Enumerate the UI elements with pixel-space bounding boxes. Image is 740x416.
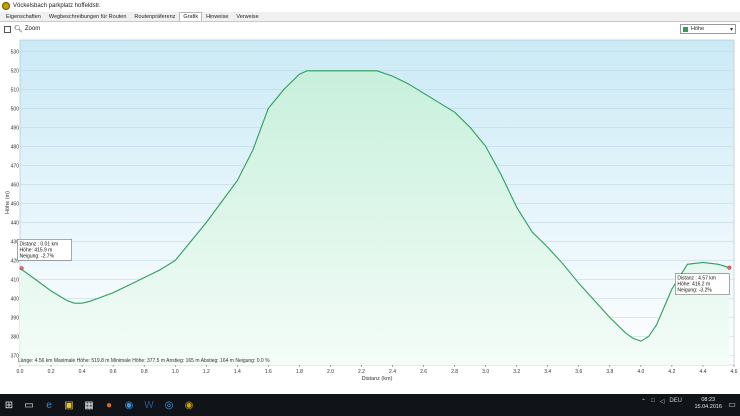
- x-tick-label: 3.2: [513, 369, 520, 375]
- y-axis-label: Höhe (m): [5, 191, 11, 214]
- chevron-down-icon: ▾: [729, 27, 733, 33]
- x-tick-label: 2.4: [389, 369, 396, 375]
- y-tick-label: 450: [11, 201, 20, 207]
- tooltip-line: Neigung: -2.7%: [20, 253, 55, 259]
- clock-time: 08:23: [701, 397, 716, 403]
- word-icon[interactable]: W: [140, 396, 158, 414]
- file-explorer-icon[interactable]: ▣: [60, 396, 78, 414]
- x-tick-label: 0.2: [48, 369, 55, 375]
- y-tick-label: 380: [11, 334, 20, 340]
- app-logo-icon: [2, 2, 10, 10]
- task-view-icon[interactable]: ▭: [20, 396, 38, 414]
- y-tick-label: 460: [11, 182, 20, 188]
- y-tick-label: 510: [11, 87, 20, 93]
- x-tick-label: 1.8: [296, 369, 303, 375]
- app-icon[interactable]: ◉: [120, 396, 138, 414]
- x-tick-label: 0.4: [79, 369, 86, 375]
- zoom-label: Zoom: [24, 26, 41, 32]
- y-tick-label: 470: [11, 163, 20, 169]
- x-tick-label: 0.8: [141, 369, 148, 375]
- series-swatch: [683, 26, 688, 32]
- x-tick-label: 4.2: [668, 369, 675, 375]
- active-app-icon[interactable]: ◉: [180, 396, 198, 414]
- x-tick-label: 4.4: [699, 369, 706, 375]
- firefox-icon[interactable]: ●: [100, 396, 118, 414]
- clock-date: 15.04.2016: [694, 404, 722, 410]
- x-tick-label: 3.0: [482, 369, 489, 375]
- series-select-value: Höhe: [691, 26, 705, 32]
- store-icon[interactable]: ▦: [80, 396, 98, 414]
- window-title: Vöckelsbach parkplatz hoffeldstr.: [13, 3, 101, 9]
- elevation-chart[interactable]: 3703803904004104204304404504604704804905…: [0, 36, 740, 394]
- chart-toolbar: 🔍︎ Zoom Höhe ▾: [0, 22, 740, 36]
- volume-icon[interactable]: ◁: [660, 398, 665, 405]
- x-tick-label: 2.2: [358, 369, 365, 375]
- tab-grafik[interactable]: Grafik: [179, 12, 203, 21]
- language-indicator[interactable]: DEU: [669, 398, 682, 405]
- x-tick-label: 2.8: [451, 369, 458, 375]
- y-tick-label: 410: [11, 277, 20, 283]
- y-tick-label: 390: [11, 315, 20, 321]
- x-axis-label: Distanz (km): [362, 376, 393, 382]
- taskbar-clock[interactable]: 08:23 15.04.2016: [694, 397, 722, 411]
- start-windows-icon[interactable]: ⊞: [0, 396, 18, 414]
- y-tick-label: 530: [11, 49, 20, 55]
- globe-icon[interactable]: ◎: [160, 396, 178, 414]
- x-tick-label: 2.6: [420, 369, 427, 375]
- tab-routenpraeferenz[interactable]: Routenpräferenz: [130, 12, 179, 21]
- tab-bar: Eigenschaften Wegbeschreibungen für Rout…: [0, 12, 740, 22]
- tray-up-arrow-icon[interactable]: ⌃: [641, 398, 646, 405]
- tab-eigenschaften[interactable]: Eigenschaften: [2, 12, 45, 21]
- magnifier-icon: 🔍︎: [14, 26, 23, 33]
- y-tick-label: 400: [11, 296, 20, 302]
- x-tick-label: 0.6: [110, 369, 117, 375]
- x-tick-label: 1.2: [203, 369, 210, 375]
- x-tick-label: 1.0: [172, 369, 179, 375]
- system-tray: ⌃ □ ◁ DEU: [641, 398, 682, 405]
- y-tick-label: 480: [11, 144, 20, 150]
- cursor-marker[interactable]: [19, 266, 24, 271]
- tab-wegbeschreibungen[interactable]: Wegbeschreibungen für Routen: [45, 12, 131, 21]
- cursor-marker[interactable]: [727, 265, 732, 270]
- x-tick-label: 1.4: [234, 369, 241, 375]
- x-tick-label: 2.0: [327, 369, 334, 375]
- x-tick-label: 4.0: [637, 369, 644, 375]
- tooltip-line: Neigung: -3.2%: [677, 288, 712, 294]
- x-tick-label: 3.4: [544, 369, 551, 375]
- taskbar: ⊞ ▭ e ▣ ▦ ● ◉ W ◎ ◉ ⌃ □ ◁ DEU 08:23 15.0…: [0, 394, 740, 416]
- x-tick-label: 3.8: [606, 369, 613, 375]
- tab-hinweise[interactable]: Hinweise: [202, 12, 232, 21]
- x-tick-label: 3.6: [575, 369, 582, 375]
- y-tick-label: 520: [11, 68, 20, 74]
- y-tick-label: 440: [11, 220, 20, 226]
- x-tick-label: 4.6: [731, 369, 738, 375]
- y-tick-label: 490: [11, 125, 20, 131]
- edge-browser-icon[interactable]: e: [40, 396, 58, 414]
- route-stats: Länge: 4.56 km Maximale Höhe: 519.8 m Mi…: [18, 358, 270, 364]
- window-titlebar: Vöckelsbach parkplatz hoffeldstr.: [0, 0, 740, 12]
- chart-area: 370 380 390 400 410 420 430 440 450 460 470 480 490 5…: [0, 36, 740, 394]
- series-select[interactable]: Höhe ▾: [680, 24, 736, 34]
- y-tick-label: 500: [11, 106, 20, 112]
- x-tick-label: 1.6: [265, 369, 272, 375]
- network-icon[interactable]: □: [651, 398, 655, 405]
- notification-icon[interactable]: ▭: [726, 397, 738, 413]
- tab-verweise[interactable]: Verweise: [232, 12, 262, 21]
- x-tick-label: 0.0: [17, 369, 24, 375]
- zoom-checkbox[interactable]: [4, 25, 11, 33]
